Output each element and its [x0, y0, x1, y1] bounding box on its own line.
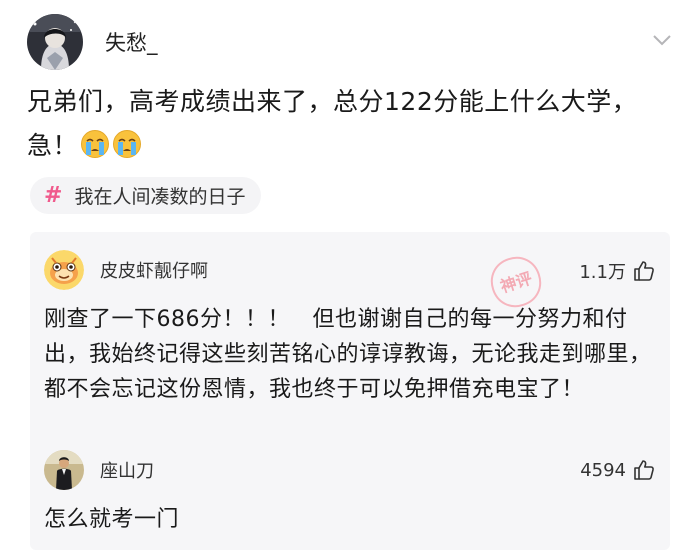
comment-item: 皮皮虾靓仔啊 1.1万 刚查了一下686分！！！ 但也谢谢自己的每一分努力和付出… — [44, 250, 656, 407]
comment-item: 座山刀 4594 怎么就考一门 — [44, 450, 656, 537]
like-count[interactable]: 1.1万 — [579, 258, 656, 284]
weibo-post-page: 失愁_ 兄弟们，高考成绩出来了，总分122分能上什么大学，急！ # 我在人间凑数… — [0, 0, 700, 550]
topic-tag[interactable]: # 我在人间凑数的日子 — [30, 177, 262, 214]
comment-header: 皮皮虾靓仔啊 — [44, 250, 656, 290]
crying-face-icon — [113, 130, 142, 158]
post-text: 兄弟们，高考成绩出来了，总分122分能上什么大学，急！ — [27, 80, 677, 168]
commenter-avatar[interactable] — [44, 250, 84, 290]
author-avatar[interactable] — [27, 14, 83, 70]
commenter-name[interactable]: 皮皮虾靓仔啊 — [100, 257, 208, 283]
like-count-value: 4594 — [580, 459, 626, 481]
author-avatar-image — [27, 14, 83, 70]
comments-section: 神评 皮皮虾靓仔啊 1.1万 刚查了一下686分！！！ 但也谢谢自己的每一分努力… — [30, 232, 670, 550]
thumbs-up-icon[interactable] — [632, 458, 656, 482]
cartoon-shrimp-avatar-icon — [44, 250, 84, 290]
like-count[interactable]: 4594 — [580, 458, 656, 482]
commenter-avatar[interactable] — [44, 450, 84, 490]
chevron-down-icon[interactable] — [651, 32, 673, 48]
commenter-name[interactable]: 座山刀 — [100, 457, 154, 483]
comment-header: 座山刀 — [44, 450, 656, 490]
like-count-value: 1.1万 — [579, 262, 626, 283]
topic-label: 我在人间凑数的日子 — [74, 186, 246, 208]
thumbs-up-icon[interactable] — [632, 259, 656, 283]
comment-text: 刚查了一下686分！！！ 但也谢谢自己的每一分努力和付出，我始终记得这些刻苦铭心… — [44, 307, 652, 402]
hashtag-icon: # — [44, 183, 63, 208]
crying-face-icon — [81, 130, 110, 158]
person-photo-avatar-icon — [44, 450, 84, 490]
author-name[interactable]: 失愁_ — [105, 27, 158, 57]
comment-text: 怎么就考一门 — [44, 507, 180, 532]
post-header: 失愁_ — [27, 10, 677, 74]
